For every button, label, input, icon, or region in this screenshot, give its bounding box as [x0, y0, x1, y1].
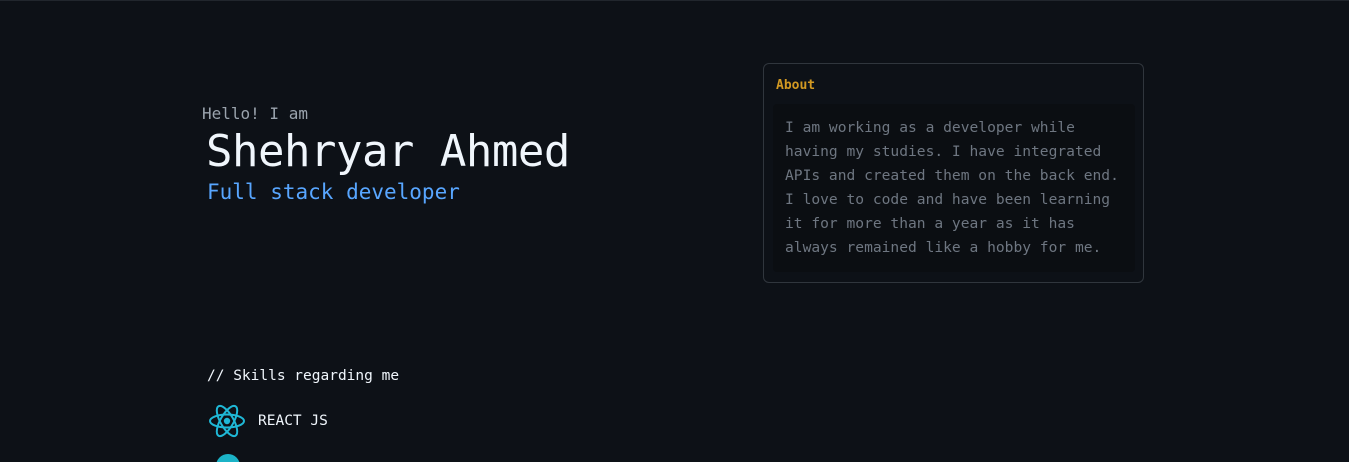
top-border	[0, 0, 1349, 1]
about-card: About I am working as a developer while …	[763, 63, 1144, 283]
skill-item-react: REACT JS	[207, 402, 328, 440]
about-title: About	[776, 78, 816, 93]
skills-heading: // Skills regarding me	[207, 368, 400, 384]
hero-role: Full stack developer	[207, 180, 460, 204]
hero-name: Shehryar Ahmed	[206, 126, 570, 177]
hero-greeting: Hello! I am	[202, 104, 308, 123]
about-text: I am working as a developer while having…	[773, 104, 1135, 272]
skill-icon-partial	[216, 454, 240, 462]
react-icon	[207, 402, 247, 440]
skill-label: REACT JS	[258, 413, 328, 429]
